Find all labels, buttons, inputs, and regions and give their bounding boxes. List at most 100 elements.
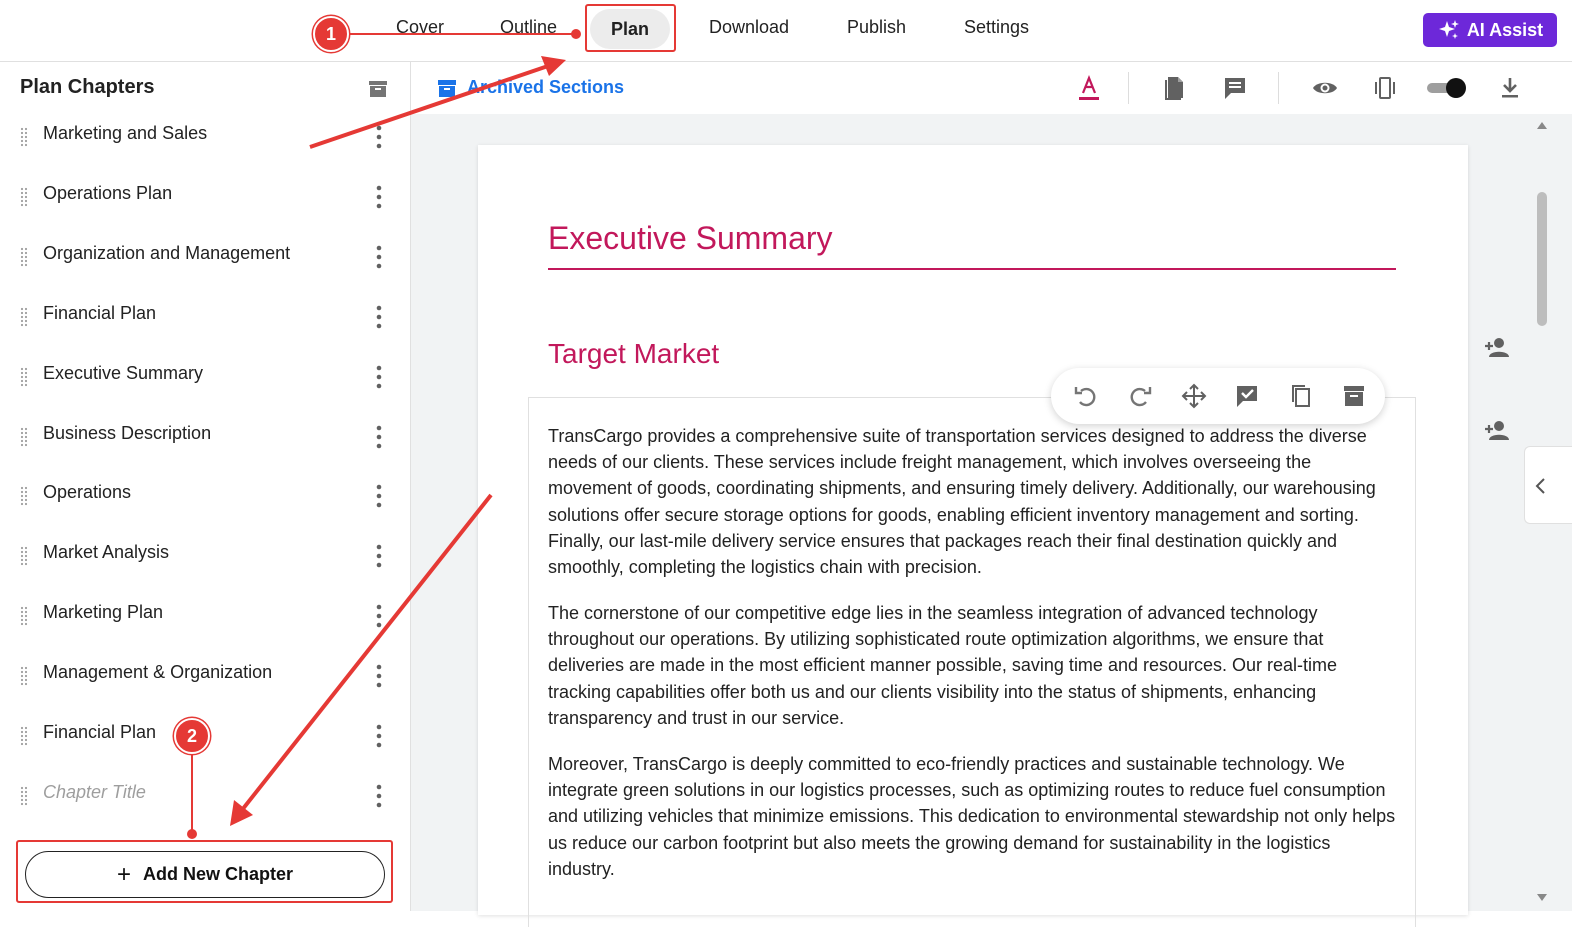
vertical-scrollbar[interactable] — [1533, 114, 1551, 911]
more-options-icon[interactable] — [372, 542, 386, 570]
chapter-label: Management & Organization — [43, 662, 273, 683]
paragraph[interactable]: Moreover, TransCargo is deeply committed… — [548, 751, 1398, 882]
more-options-icon[interactable] — [372, 423, 386, 451]
sidebar-title: Plan Chapters — [20, 76, 155, 98]
ai-assist-button[interactable]: AI Assist — [1423, 13, 1557, 47]
document-page: Executive Summary Target Market TransCar… — [478, 145, 1468, 927]
chapter-item[interactable]: Management & Organization — [0, 648, 411, 708]
copy-icon[interactable] — [1287, 382, 1315, 410]
move-icon[interactable] — [1180, 382, 1208, 410]
chapter-label: Marketing and Sales — [43, 123, 208, 143]
archived-sections-label: Archived Sections — [467, 77, 625, 97]
page-view-icon[interactable] — [1371, 74, 1399, 102]
more-options-icon[interactable] — [372, 363, 386, 391]
tab-outline[interactable]: Outline — [500, 17, 557, 38]
chapter-item[interactable]: Marketing Plan — [0, 588, 411, 648]
more-options-icon[interactable] — [372, 123, 386, 151]
tab-cover[interactable]: Cover — [396, 17, 444, 38]
chapter-item[interactable]: Financial Plan — [0, 289, 411, 349]
add-new-chapter-button[interactable]: + Add New Chapter — [25, 851, 385, 898]
section-text-block[interactable]: TransCargo provides a comprehensive suit… — [528, 397, 1416, 927]
scroll-thumb[interactable] — [1537, 192, 1547, 326]
more-options-icon[interactable] — [372, 602, 386, 630]
chapter-label: Operations — [43, 482, 132, 503]
drag-handle-icon[interactable] — [20, 427, 28, 447]
document-icon[interactable] — [1161, 74, 1189, 102]
tab-plan-label: Plan — [610, 18, 649, 39]
toggle-switch[interactable] — [1425, 78, 1467, 98]
chapter-label: Market Analysis — [43, 542, 170, 563]
chapter-item[interactable]: Operations Plan — [0, 169, 411, 229]
paragraph[interactable]: The cornerstone of our competitive edge … — [548, 600, 1398, 731]
chapter-label: Operations Plan — [43, 182, 173, 203]
drag-handle-icon[interactable] — [20, 606, 28, 626]
archive-icon[interactable] — [367, 78, 389, 100]
plus-icon: + — [116, 860, 131, 888]
paragraph[interactable]: TransCargo provides a comprehensive suit… — [548, 423, 1398, 580]
scroll-up-arrow-icon[interactable] — [1536, 120, 1548, 130]
chapter-item[interactable]: Marketing and Sales — [0, 109, 411, 169]
more-options-icon[interactable] — [372, 482, 386, 510]
chapter-item[interactable]: Executive Summary — [0, 349, 411, 409]
heading-underline — [548, 268, 1396, 270]
tab-settings[interactable]: Settings — [964, 17, 1029, 38]
more-options-icon[interactable] — [372, 782, 386, 810]
chapter-item[interactable]: Chapter Title — [0, 768, 411, 828]
drag-handle-icon[interactable] — [20, 486, 28, 506]
download-icon[interactable] — [1496, 74, 1524, 102]
toolbar-divider — [1128, 72, 1129, 104]
block-toolbar — [1051, 368, 1385, 424]
chapter-label: Financial Plan — [43, 722, 157, 742]
tab-plan[interactable]: Plan — [590, 9, 670, 49]
drag-handle-icon[interactable] — [20, 187, 28, 207]
sidebar-header: Plan Chapters — [0, 62, 411, 114]
more-options-icon[interactable] — [372, 243, 386, 271]
archive-block-icon[interactable] — [1340, 382, 1368, 410]
top-nav: Cover Outline Plan Download Publish Sett… — [0, 0, 1572, 62]
drag-handle-icon[interactable] — [20, 666, 28, 686]
drag-handle-icon[interactable] — [20, 127, 28, 147]
chapter-item[interactable]: Financial Plan — [0, 708, 411, 768]
sparkle-icon — [1438, 20, 1459, 39]
chapter-label: Marketing Plan — [43, 602, 164, 623]
comment-icon[interactable] — [1221, 74, 1249, 102]
drag-handle-icon[interactable] — [20, 786, 28, 806]
eye-icon[interactable] — [1311, 74, 1339, 102]
editor-toolbar: Archived Sections — [411, 62, 1572, 114]
chapter-label: Executive Summary — [43, 362, 204, 383]
scroll-down-arrow-icon[interactable] — [1536, 893, 1548, 903]
chapter-label: Financial Plan — [43, 302, 157, 323]
archived-sections-link[interactable]: Archived Sections — [437, 77, 624, 98]
ai-assist-label: AI Assist — [1466, 19, 1544, 40]
tab-publish[interactable]: Publish — [847, 17, 906, 38]
chapters-sidebar: Plan Chapters Marketing and Sales Operati… — [0, 62, 411, 911]
drag-handle-icon[interactable] — [20, 247, 28, 267]
section-heading[interactable]: Target Market — [548, 338, 719, 370]
archive-box-icon — [438, 79, 456, 97]
add-chapter-label: Add New Chapter — [143, 864, 294, 884]
more-options-icon[interactable] — [372, 303, 386, 331]
add-person-icon[interactable] — [1483, 334, 1509, 360]
drag-handle-icon[interactable] — [20, 546, 28, 566]
chapter-label: Organization and Management — [43, 242, 291, 263]
drag-handle-icon[interactable] — [20, 367, 28, 387]
chapter-title-input[interactable]: Chapter Title — [43, 782, 146, 803]
text-color-icon[interactable] — [1075, 74, 1103, 102]
chapter-item[interactable]: Market Analysis — [0, 528, 411, 588]
chapter-item[interactable]: Organization and Management — [0, 229, 411, 289]
drag-handle-icon[interactable] — [20, 726, 28, 746]
document-heading[interactable]: Executive Summary — [548, 220, 833, 257]
chapter-item[interactable]: Operations — [0, 468, 411, 528]
tab-download[interactable]: Download — [709, 17, 789, 38]
undo-icon[interactable] — [1072, 382, 1100, 410]
redo-icon[interactable] — [1126, 382, 1154, 410]
chapter-label: Business Description — [43, 422, 212, 443]
chapter-item[interactable]: Business Description — [0, 409, 411, 469]
toolbar-divider — [1278, 72, 1279, 104]
more-options-icon[interactable] — [372, 722, 386, 750]
more-options-icon[interactable] — [372, 662, 386, 690]
comment-check-icon[interactable] — [1233, 382, 1261, 410]
more-options-icon[interactable] — [372, 183, 386, 211]
add-person-icon[interactable] — [1483, 417, 1509, 443]
drag-handle-icon[interactable] — [20, 307, 28, 327]
